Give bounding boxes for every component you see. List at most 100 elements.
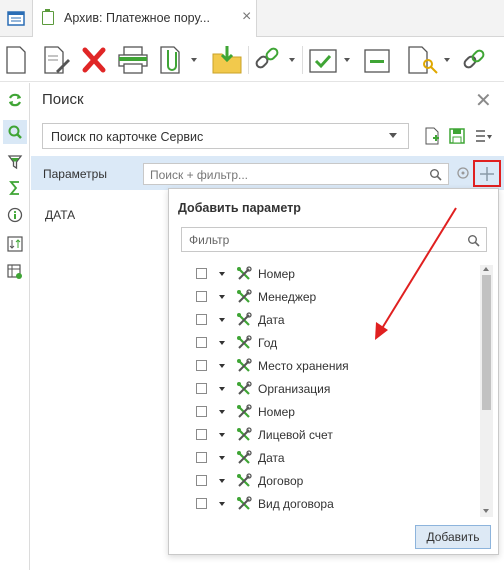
panel-close-button[interactable]: ✕ bbox=[475, 88, 492, 113]
item-checkbox[interactable] bbox=[196, 268, 207, 279]
item-checkbox[interactable] bbox=[196, 360, 207, 371]
popup-scrollbar[interactable] bbox=[480, 265, 493, 517]
list-item[interactable]: Организация bbox=[169, 378, 481, 400]
item-dropdown-caret[interactable] bbox=[219, 456, 225, 460]
search-icon bbox=[468, 235, 480, 247]
import-button[interactable] bbox=[210, 44, 244, 76]
tools-icon bbox=[237, 450, 252, 464]
item-checkbox[interactable] bbox=[196, 314, 207, 325]
reset-parameters-button[interactable] bbox=[456, 166, 470, 183]
new-search-button[interactable] bbox=[424, 127, 440, 148]
settings-button[interactable] bbox=[3, 260, 27, 284]
tab-title: Архив: Платежное пору... bbox=[64, 11, 210, 25]
parameter-data-label: ДАТА bbox=[45, 208, 76, 222]
link-button[interactable] bbox=[460, 44, 500, 76]
tools-icon bbox=[237, 289, 252, 303]
add-button[interactable]: Добавить bbox=[415, 525, 491, 549]
filter-button[interactable] bbox=[3, 150, 27, 174]
paperclip-document-icon bbox=[160, 46, 197, 74]
tools-icon bbox=[237, 266, 252, 280]
scroll-up-arrow[interactable] bbox=[483, 267, 489, 271]
item-dropdown-caret[interactable] bbox=[219, 364, 225, 368]
check-document-icon bbox=[309, 49, 350, 73]
item-label: Номер bbox=[258, 267, 295, 281]
edit-document-button[interactable] bbox=[42, 44, 72, 76]
item-dropdown-caret[interactable] bbox=[219, 387, 225, 391]
search-options-button[interactable] bbox=[474, 127, 492, 148]
list-item[interactable]: Договор bbox=[169, 470, 481, 492]
approve-button[interactable] bbox=[306, 44, 354, 76]
item-dropdown-caret[interactable] bbox=[219, 272, 225, 276]
item-checkbox[interactable] bbox=[196, 337, 207, 348]
list-item[interactable]: Дата bbox=[169, 309, 481, 331]
refresh-button[interactable] bbox=[3, 88, 27, 112]
scroll-down-arrow[interactable] bbox=[483, 509, 489, 513]
add-parameter-popup: Добавить параметр Фильтр Номер Менеджер … bbox=[168, 188, 499, 555]
item-checkbox[interactable] bbox=[196, 406, 207, 417]
filter-icon bbox=[7, 155, 23, 170]
parameters-label: Параметры bbox=[43, 167, 107, 181]
edit-document-icon bbox=[44, 46, 70, 74]
search-icon bbox=[8, 125, 22, 139]
unlink-button[interactable] bbox=[252, 44, 298, 76]
save-search-button[interactable] bbox=[449, 127, 465, 148]
item-dropdown-caret[interactable] bbox=[219, 479, 225, 483]
popup-filter-input[interactable]: Фильтр bbox=[181, 227, 487, 252]
sign-button[interactable] bbox=[406, 44, 454, 76]
info-button[interactable] bbox=[3, 203, 27, 227]
item-checkbox[interactable] bbox=[196, 498, 207, 509]
list-item[interactable]: Номер bbox=[169, 401, 481, 423]
minus-document-icon bbox=[364, 49, 390, 73]
parameter-search-input[interactable]: Поиск + фильтр... bbox=[143, 163, 449, 185]
list-item[interactable]: Дата bbox=[169, 447, 481, 469]
printer-icon bbox=[118, 46, 148, 74]
tab-document[interactable]: Архив: Платежное пору... × bbox=[32, 0, 257, 37]
tab-bar: Архив: Платежное пору... × bbox=[0, 0, 504, 37]
new-document-icon bbox=[6, 46, 26, 74]
new-document-button[interactable] bbox=[4, 44, 30, 76]
plus-icon bbox=[480, 166, 494, 181]
list-item[interactable]: Номер bbox=[169, 263, 481, 285]
print-button[interactable] bbox=[116, 44, 150, 76]
item-dropdown-caret[interactable] bbox=[219, 341, 225, 345]
remove-button[interactable] bbox=[362, 44, 392, 76]
list-item[interactable]: Менеджер bbox=[169, 286, 481, 308]
window-icon bbox=[7, 10, 25, 26]
parameter-list: Номер Менеджер Дата Год Место хранения О… bbox=[169, 263, 481, 517]
item-checkbox[interactable] bbox=[196, 429, 207, 440]
left-rail bbox=[0, 83, 30, 570]
app-menu-button[interactable] bbox=[0, 0, 32, 37]
item-dropdown-caret[interactable] bbox=[219, 502, 225, 506]
tools-icon bbox=[237, 496, 252, 510]
clipboard-icon bbox=[42, 9, 54, 25]
search-panel-button[interactable] bbox=[3, 120, 27, 144]
search-mode-select[interactable]: Поиск по карточке Сервис bbox=[42, 123, 409, 149]
list-options-icon bbox=[476, 130, 492, 142]
item-label: Место хранения bbox=[258, 359, 349, 373]
attach-button[interactable] bbox=[158, 44, 202, 76]
item-dropdown-caret[interactable] bbox=[219, 295, 225, 299]
sort-button[interactable] bbox=[3, 232, 27, 256]
totals-button[interactable] bbox=[3, 176, 27, 200]
item-dropdown-caret[interactable] bbox=[219, 410, 225, 414]
toolbar bbox=[0, 38, 504, 82]
list-item[interactable]: Лицевой счет bbox=[169, 424, 481, 446]
tab-close-button[interactable]: × bbox=[242, 9, 251, 25]
tools-icon bbox=[237, 312, 252, 326]
item-checkbox[interactable] bbox=[196, 291, 207, 302]
list-item[interactable]: Вид договора bbox=[169, 493, 481, 515]
item-checkbox[interactable] bbox=[196, 475, 207, 486]
item-dropdown-caret[interactable] bbox=[219, 318, 225, 322]
scroll-thumb[interactable] bbox=[482, 275, 491, 410]
item-label: Год bbox=[258, 336, 278, 350]
add-parameter-button[interactable] bbox=[473, 160, 501, 187]
delete-button[interactable] bbox=[80, 44, 108, 76]
toolbar-separator bbox=[302, 46, 303, 74]
item-checkbox[interactable] bbox=[196, 383, 207, 394]
item-label: Вид договора bbox=[258, 497, 334, 511]
item-dropdown-caret[interactable] bbox=[219, 433, 225, 437]
item-label: Номер bbox=[258, 405, 295, 419]
item-checkbox[interactable] bbox=[196, 452, 207, 463]
list-item[interactable]: Год bbox=[169, 332, 481, 354]
list-item[interactable]: Место хранения bbox=[169, 355, 481, 377]
